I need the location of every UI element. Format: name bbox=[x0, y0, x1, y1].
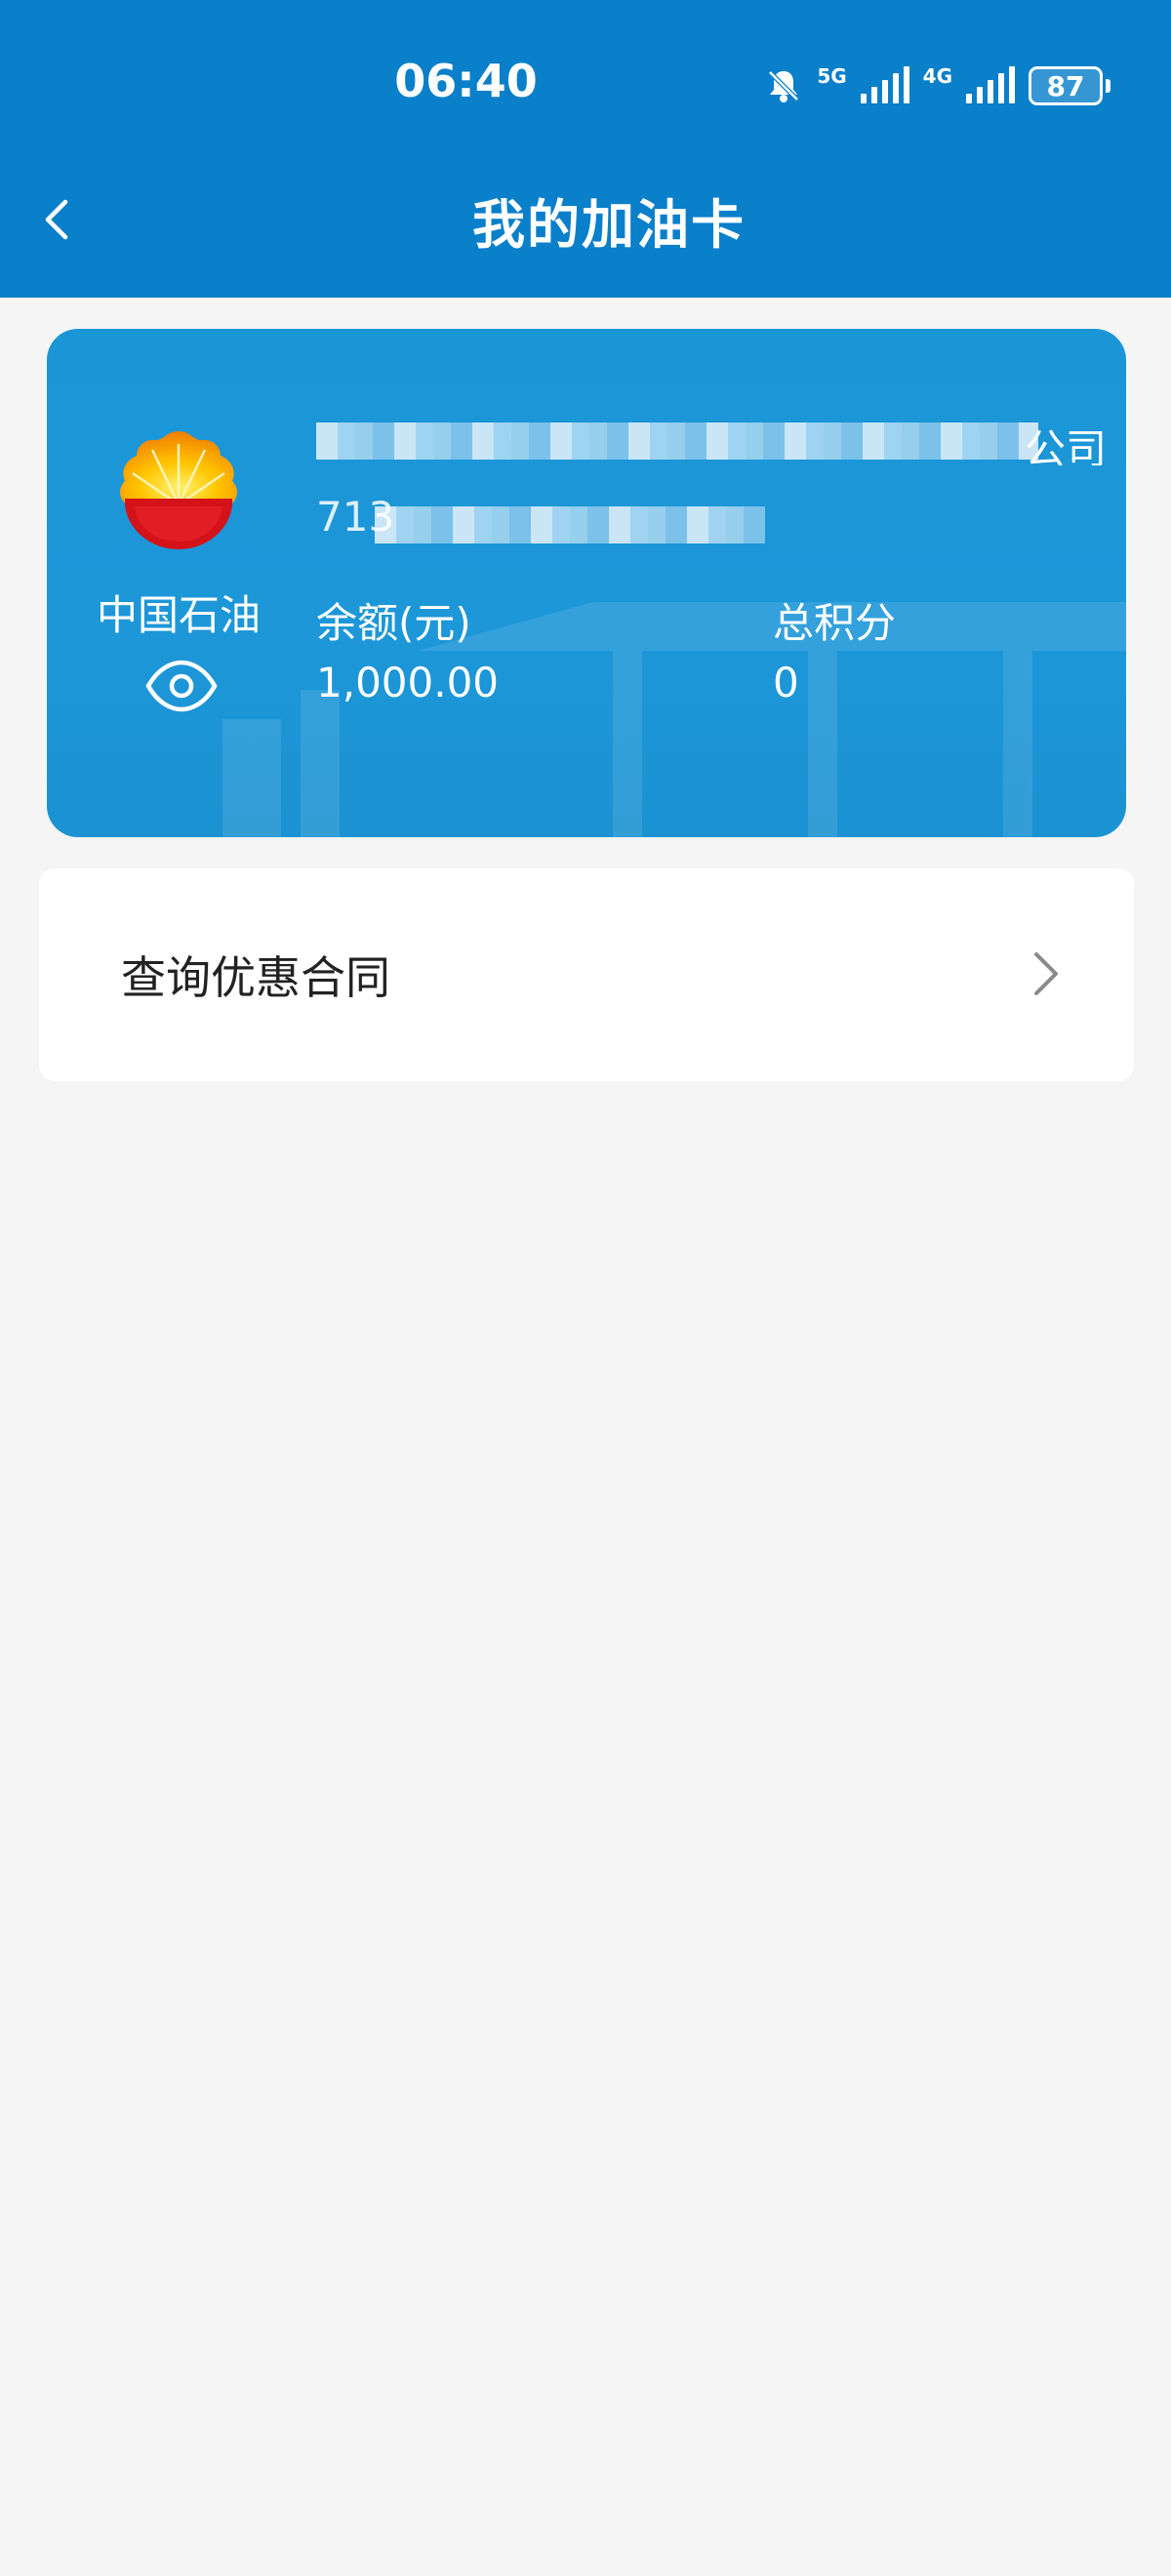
balance-label: 余额(元) bbox=[316, 599, 471, 647]
signal-icon bbox=[966, 66, 1015, 103]
signal-icon bbox=[860, 66, 909, 103]
points-label: 总积分 bbox=[773, 599, 897, 647]
chevron-right-icon bbox=[1034, 952, 1058, 995]
eye-icon[interactable] bbox=[144, 659, 219, 713]
page-title: 我的加油卡 bbox=[472, 194, 746, 256]
balance-value: 1,000.00 bbox=[316, 659, 500, 706]
masked-card-number bbox=[375, 506, 765, 543]
network-type-1: 5G bbox=[817, 64, 847, 88]
app-header: 06:40 5G 4G 87 我的加油卡 bbox=[0, 0, 1171, 298]
points-value: 0 bbox=[773, 659, 799, 706]
brand-name: 中国石油 bbox=[96, 591, 261, 639]
company-name: 公司 bbox=[1024, 425, 1107, 465]
status-icons: 5G 4G 87 bbox=[764, 62, 1110, 109]
menu-item-label: 查询优惠合同 bbox=[121, 951, 390, 1004]
fuel-card[interactable]: 中国石油 公司 713 余额(元) 1,000.00 总积分 0 bbox=[47, 329, 1126, 837]
status-bar: 06:40 5G 4G 87 bbox=[0, 0, 1171, 176]
battery-icon: 87 bbox=[1029, 66, 1110, 105]
battery-level: 87 bbox=[1029, 66, 1103, 105]
network-type-2: 4G bbox=[922, 64, 952, 88]
menu-item-discount-contract[interactable]: 查询优惠合同 bbox=[39, 868, 1134, 1081]
bell-mute-icon bbox=[768, 70, 800, 102]
petrochina-logo bbox=[120, 431, 237, 549]
